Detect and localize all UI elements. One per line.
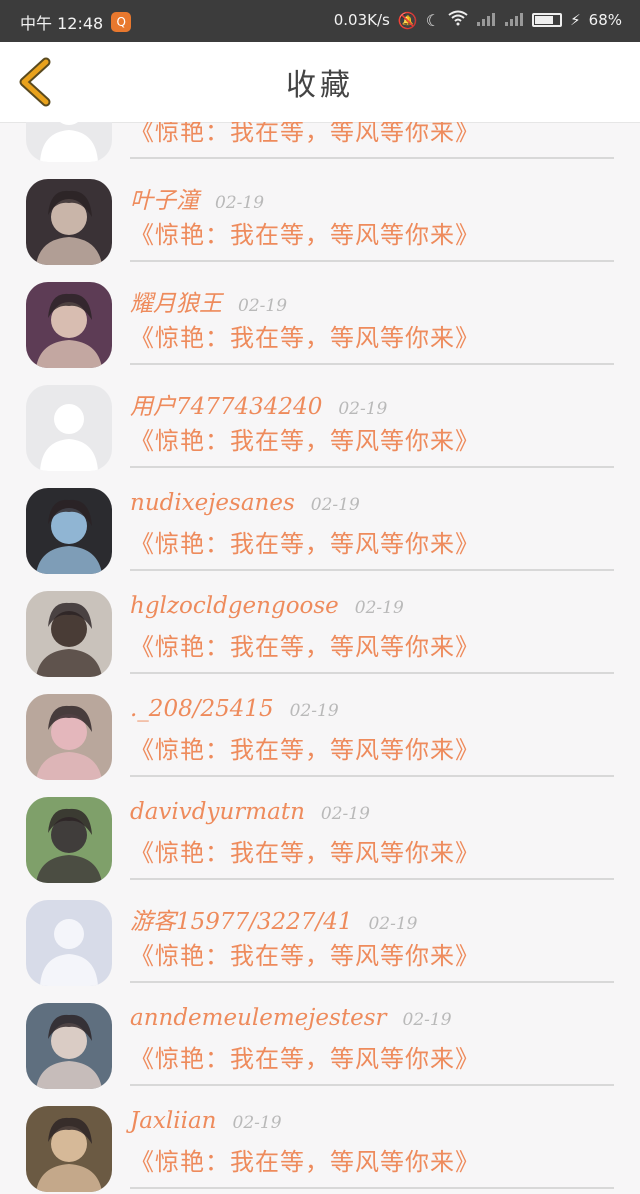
favorites-list-inner: 《惊艳：我在等，等风等你来》 叶子潼 02-19 《惊艳：我在等，等风等你来》 耀月… [0,122,640,1193]
item-message[interactable]: 《惊艳：我在等，等风等你来》 [130,730,480,765]
list-item[interactable]: 《惊艳：我在等，等风等你来》 [0,122,640,163]
user-name[interactable]: hglzocldgengoose [130,593,339,619]
user-name[interactable]: 叶子潼 [130,181,199,215]
divider [130,569,614,571]
divider [130,157,614,159]
signal-icon-2 [504,11,524,30]
list-item[interactable]: 游客15977/3227/41 02-19 《惊艳：我在等，等风等你来》 [0,884,640,987]
net-speed: 0.03K/s [333,11,390,29]
avatar[interactable] [26,179,112,265]
header: 收藏 [0,42,640,123]
item-date: 02-19 [232,1113,282,1133]
item-message[interactable]: 《惊艳：我在等，等风等你来》 [130,524,480,559]
item-name-line: nudixejesanes 02-19 [130,490,360,516]
user-name[interactable]: 游客15977/3227/41 [130,902,352,936]
status-bar: 中午 12:48 Q 0.03K/s 🔕 ☾ ⚡ 68% [0,0,640,42]
item-message[interactable]: 《惊艳：我在等，等风等你来》 [130,627,480,662]
list-item[interactable]: 叶子潼 02-19 《惊艳：我在等，等风等你来》 [0,163,640,266]
item-name-line: Jaxliian 02-19 [130,1108,282,1134]
item-date: 02-19 [215,193,265,213]
wifi-icon [448,10,468,30]
status-right: 0.03K/s 🔕 ☾ ⚡ 68% [334,10,622,30]
avatar[interactable] [26,591,112,677]
signal-icon [476,11,496,30]
user-name[interactable]: anndemeulemejestesr [130,1005,387,1031]
item-message[interactable]: 《惊艳：我在等，等风等你来》 [130,1142,480,1177]
avatar[interactable] [26,797,112,883]
divider [130,878,614,880]
user-name[interactable]: Jaxliian [130,1108,217,1134]
list-item[interactable]: 耀月狼王 02-19 《惊艳：我在等，等风等你来》 [0,266,640,369]
status-time: 中午 12:48 [20,14,104,33]
user-name[interactable]: ._208/25415 [130,696,274,722]
avatar[interactable] [26,1106,112,1192]
app-notification-icon: Q [111,12,132,32]
user-name[interactable]: nudixejesanes [130,490,295,516]
avatar[interactable] [26,488,112,574]
divider [130,981,614,983]
item-message[interactable]: 《惊艳：我在等，等风等你来》 [130,833,480,868]
item-name-line: 用户7477434240 02-19 [130,387,387,421]
avatar[interactable] [26,385,112,471]
battery-icon [532,13,563,27]
item-date: 02-19 [238,296,288,316]
favorites-list[interactable]: 《惊艳：我在等，等风等你来》 叶子潼 02-19 《惊艳：我在等，等风等你来》 耀月… [0,122,640,1194]
divider [130,775,614,777]
item-name-line: 游客15977/3227/41 02-19 [130,902,417,936]
mute-icon: 🔕 [397,10,418,30]
battery-percent: 68% [588,11,622,29]
list-item[interactable]: davivdyurmatn 02-19 《惊艳：我在等，等风等你来》 [0,781,640,884]
battery-level [535,16,553,24]
item-name-line: ._208/25415 02-19 [130,696,339,722]
list-item[interactable]: 用户7477434240 02-19 《惊艳：我在等，等风等你来》 [0,369,640,472]
user-name[interactable]: 用户7477434240 [130,387,322,421]
user-name[interactable]: 耀月狼王 [130,284,222,318]
avatar[interactable] [26,694,112,780]
charging-icon: ⚡ [570,11,581,29]
item-date: 02-19 [320,804,370,824]
item-name-line: anndemeulemejestesr 02-19 [130,1005,452,1031]
avatar[interactable] [26,282,112,368]
item-message[interactable]: 《惊艳：我在等，等风等你来》 [130,215,480,250]
moon-icon: ☾ [425,10,441,30]
item-message[interactable]: 《惊艳：我在等，等风等你来》 [130,936,480,971]
list-item[interactable]: hglzocldgengoose 02-19 《惊艳：我在等，等风等你来》 [0,575,640,678]
item-name-line: 叶子潼 02-19 [130,181,264,215]
divider [130,1084,614,1086]
divider [130,260,614,262]
item-date: 02-19 [368,914,418,934]
item-date: 02-19 [354,598,404,618]
avatar[interactable] [26,1003,112,1089]
item-date: 02-19 [310,495,360,515]
item-message[interactable]: 《惊艳：我在等，等风等你来》 [130,1039,480,1074]
item-name-line: 耀月狼王 02-19 [130,284,287,318]
item-date: 02-19 [289,701,339,721]
item-message[interactable]: 《惊艳：我在等，等风等你来》 [130,421,480,456]
status-left: 中午 12:48 Q [20,10,132,34]
divider [130,1187,614,1189]
divider [130,466,614,468]
item-date: 02-19 [338,399,388,419]
item-message[interactable]: 《惊艳：我在等，等风等你来》 [130,122,480,147]
list-item[interactable]: Jaxliian 02-19 《惊艳：我在等，等风等你来》 [0,1090,640,1193]
item-message[interactable]: 《惊艳：我在等，等风等你来》 [130,318,480,353]
list-item[interactable]: anndemeulemejestesr 02-19 《惊艳：我在等，等风等你来》 [0,987,640,1090]
list-item[interactable]: ._208/25415 02-19 《惊艳：我在等，等风等你来》 [0,678,640,781]
avatar[interactable] [26,900,112,986]
divider [130,363,614,365]
avatar[interactable] [26,122,112,162]
item-name-line: hglzocldgengoose 02-19 [130,593,404,619]
list-item[interactable]: nudixejesanes 02-19 《惊艳：我在等，等风等你来》 [0,472,640,575]
item-date: 02-19 [402,1010,452,1030]
divider [130,672,614,674]
page-title: 收藏 [286,68,354,103]
item-name-line: davivdyurmatn 02-19 [130,799,370,825]
user-name[interactable]: davivdyurmatn [130,799,305,825]
